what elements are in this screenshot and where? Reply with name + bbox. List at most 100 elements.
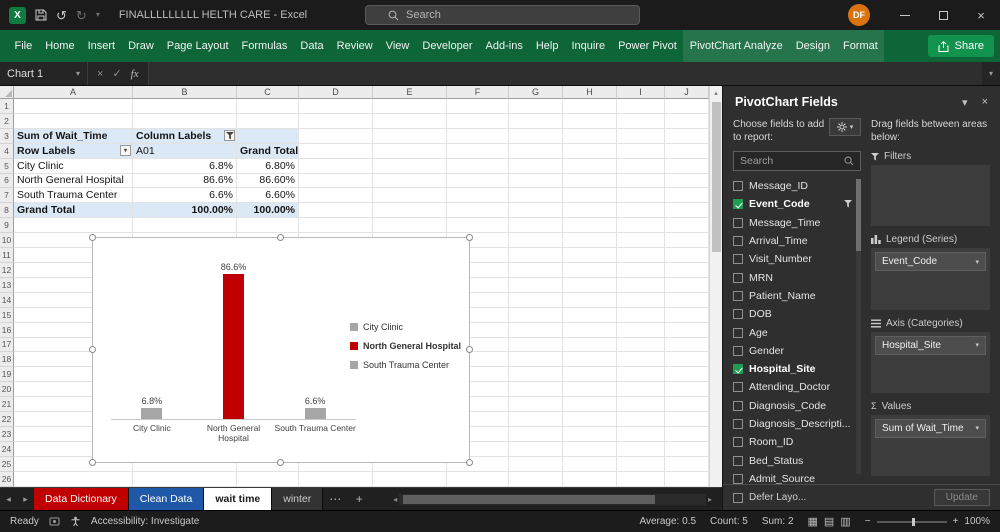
column-header-j[interactable]: J [665, 86, 709, 99]
ribbon-tab-review[interactable]: Review [330, 30, 379, 62]
cell-j2[interactable] [665, 113, 709, 129]
field-list-scrollbar[interactable] [856, 179, 861, 474]
cell-j8[interactable] [665, 203, 709, 219]
cell-j3[interactable] [665, 128, 709, 144]
cell-j5[interactable] [665, 158, 709, 174]
accessibility-status[interactable]: Accessibility: Investigate [91, 516, 199, 527]
field-hospital-site[interactable]: Hospital_Site [733, 360, 852, 378]
cell-j6[interactable] [665, 173, 709, 189]
cell-h2[interactable] [563, 113, 617, 129]
cell-j22[interactable] [665, 412, 709, 427]
cell-h14[interactable] [563, 292, 617, 308]
cell-g4[interactable] [509, 143, 563, 159]
ribbon-tab-home[interactable]: Home [39, 30, 81, 62]
cell-i5[interactable] [617, 158, 665, 174]
cell-c9[interactable] [237, 218, 299, 234]
cell-f9[interactable] [447, 218, 509, 234]
row-header-23[interactable]: 23 [0, 426, 14, 442]
area-item-dropdown-icon[interactable]: ▾ [975, 258, 979, 266]
ribbon-tab-formulas[interactable]: Formulas [235, 30, 294, 62]
chart-handle-left[interactable] [89, 346, 96, 353]
panel-chevron-icon[interactable]: ▾ [962, 96, 968, 109]
cell-g11[interactable] [509, 248, 563, 263]
field-patient-name[interactable]: Patient_Name [733, 287, 852, 305]
chart-handle-top[interactable] [277, 234, 284, 241]
cell-g24[interactable] [509, 441, 563, 457]
cell-j4[interactable] [665, 143, 709, 159]
cell-j16[interactable] [665, 322, 709, 338]
cell-h23[interactable] [563, 426, 617, 442]
cell-i21[interactable] [617, 397, 665, 413]
cell-c6[interactable]: 86.60% [237, 173, 299, 189]
field-arrival-time[interactable]: Arrival_Time [733, 232, 852, 250]
undo-icon[interactable]: ↺ [56, 9, 67, 22]
save-icon[interactable] [35, 9, 47, 21]
cell-a6[interactable]: North General Hospital [14, 173, 133, 189]
cell-f4[interactable] [447, 143, 509, 159]
cell-i23[interactable] [617, 426, 665, 442]
column-header-b[interactable]: B [133, 86, 237, 99]
cell-e9[interactable] [373, 218, 447, 234]
field-diagnosis-code[interactable]: Diagnosis_Code [733, 397, 852, 415]
cell-g26[interactable] [509, 471, 563, 487]
cell-j21[interactable] [665, 397, 709, 413]
cell-j7[interactable] [665, 188, 709, 204]
cell-h17[interactable] [563, 337, 617, 353]
cell-c3[interactable] [237, 128, 299, 144]
row-header-1[interactable]: 1 [0, 99, 14, 114]
row-header-13[interactable]: 13 [0, 277, 14, 293]
cell-g16[interactable] [509, 322, 563, 338]
cell-d8[interactable] [299, 203, 373, 219]
sheet-tab-wait-time[interactable]: wait time [204, 488, 273, 510]
cell-i17[interactable] [617, 337, 665, 353]
cell-d5[interactable] [299, 158, 373, 174]
restore-button[interactable] [924, 0, 962, 30]
ribbon-tab-insert[interactable]: Insert [81, 30, 122, 62]
cell-i20[interactable] [617, 382, 665, 398]
legend-item-north-general-hospital[interactable]: North General Hospital [349, 341, 461, 351]
cell-f2[interactable] [447, 113, 509, 129]
minimize-button[interactable] [886, 0, 924, 30]
cell-c26[interactable] [237, 471, 299, 487]
cell-h13[interactable] [563, 277, 617, 293]
zoom-in-icon[interactable]: + [953, 516, 959, 527]
cell-g13[interactable] [509, 277, 563, 293]
cell-j25[interactable] [665, 456, 709, 472]
row-header-8[interactable]: 8 [0, 203, 14, 219]
cell-f5[interactable] [447, 158, 509, 174]
cell-i1[interactable] [617, 99, 665, 114]
cell-a5[interactable]: City Clinic [14, 158, 133, 174]
insert-function-button[interactable]: fx [131, 68, 139, 80]
field-checkbox[interactable] [733, 473, 743, 484]
row-header-5[interactable]: 5 [0, 158, 14, 174]
cell-g8[interactable] [509, 203, 563, 219]
field-bed-status[interactable]: Bed_Status [733, 451, 852, 469]
area-item-hospital-site[interactable]: Hospital_Site ▾ [875, 335, 986, 355]
row-header-24[interactable]: 24 [0, 441, 14, 457]
cell-i12[interactable] [617, 262, 665, 278]
cell-j20[interactable] [665, 382, 709, 398]
legend-item-south-trauma-center[interactable]: South Trauma Center [349, 360, 461, 370]
cell-h19[interactable] [563, 367, 617, 383]
cell-b7[interactable]: 6.6% [133, 188, 237, 204]
name-box[interactable]: Chart 1 ▾ [0, 62, 88, 85]
cell-h26[interactable] [563, 471, 617, 487]
cell-h11[interactable] [563, 248, 617, 263]
cell-h25[interactable] [563, 456, 617, 472]
cell-f6[interactable] [447, 173, 509, 189]
ribbon-tab-inquire[interactable]: Inquire [565, 30, 612, 62]
cell-j10[interactable] [665, 233, 709, 249]
cell-h12[interactable] [563, 262, 617, 278]
cell-j17[interactable] [665, 337, 709, 353]
cell-b9[interactable] [133, 218, 237, 234]
cell-i26[interactable] [617, 471, 665, 487]
scroll-left-icon[interactable]: ◂ [393, 495, 397, 504]
name-box-dropdown-icon[interactable]: ▾ [76, 69, 80, 78]
row-header-15[interactable]: 15 [0, 307, 14, 323]
cell-h5[interactable] [563, 158, 617, 174]
cell-a2[interactable] [14, 113, 133, 129]
sheet-tab-data-dictionary[interactable]: Data Dictionary [34, 488, 129, 510]
field-checkbox[interactable] [733, 254, 743, 265]
formula-bar-expand-icon[interactable]: ▾ [982, 62, 1000, 85]
sheet-nav-left-icon[interactable]: ◂ [0, 488, 17, 510]
